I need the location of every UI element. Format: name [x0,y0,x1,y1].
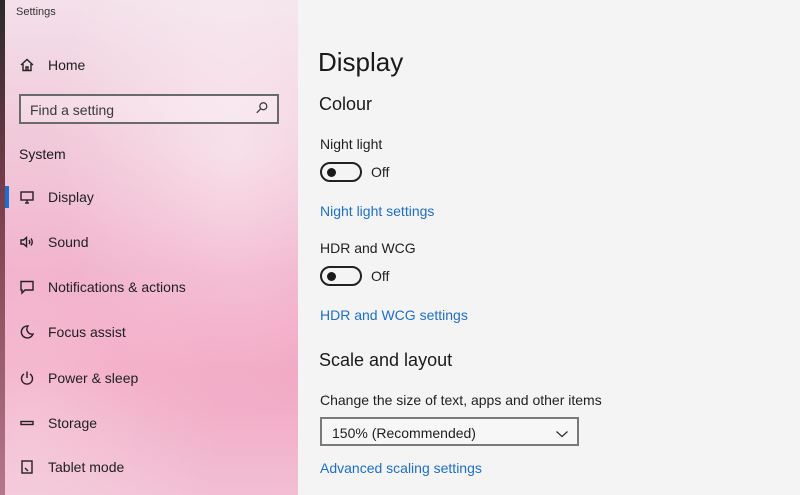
night-light-settings-link[interactable]: Night light settings [320,203,434,219]
hdr-label: HDR and WCG [320,240,416,256]
sidebar-item-display[interactable]: Display [18,182,94,212]
power-icon [18,369,36,387]
sidebar-item-home[interactable]: Home [18,50,85,80]
sidebar: Settings Home System Display Soun [0,0,298,495]
tablet-icon [18,458,36,476]
app-title: Settings [16,6,56,18]
night-light-state: Off [371,164,390,180]
section-label-system: System [19,146,66,162]
hdr-settings-link[interactable]: HDR and WCG settings [320,307,468,323]
monitor-icon [18,188,36,206]
night-light-label: Night light [320,136,383,152]
main-content: Display Colour Night light Off Night lig… [298,0,800,495]
sidebar-item-label: Storage [48,415,98,431]
sidebar-item-label: Focus assist [48,324,126,340]
settings-window: Settings Home System Display Soun [0,0,800,495]
home-icon [18,56,36,74]
night-light-toggle[interactable] [320,162,362,182]
hdr-toggle[interactable] [320,266,362,286]
speaker-icon [18,233,36,251]
sidebar-item-label: Sound [48,234,89,250]
colour-heading: Colour [319,94,373,114]
sidebar-item-sound[interactable]: Sound [18,227,88,257]
scale-label: Change the size of text, apps and other … [320,392,602,408]
chevron-down-icon [555,426,569,438]
storage-icon [18,414,36,432]
search-icon[interactable] [255,101,271,117]
message-icon [18,278,36,296]
sidebar-item-label: Home [48,57,86,73]
sidebar-item-label: Tablet mode [48,459,125,475]
sidebar-item-label: Notifications & actions [48,279,186,295]
hdr-state: Off [371,268,390,284]
advanced-scaling-link[interactable]: Advanced scaling settings [320,460,482,476]
window-edge [0,0,5,495]
active-indicator [5,186,9,208]
sidebar-item-focus-assist[interactable]: Focus assist [18,317,126,347]
sidebar-item-tablet-mode[interactable]: Tablet mode [18,452,124,482]
sidebar-item-label: Power & sleep [48,370,139,386]
search-box[interactable] [19,94,279,124]
sidebar-item-storage[interactable]: Storage [18,408,97,438]
toggle-knob [327,168,336,177]
search-input[interactable] [21,96,262,124]
page-title: Display [318,47,404,77]
sidebar-item-label: Display [48,189,94,205]
scale-dropdown-value: 150% (Recommended) [332,425,476,441]
scale-layout-heading: Scale and layout [319,350,453,370]
toggle-knob [327,272,336,281]
scale-dropdown[interactable]: 150% (Recommended) [320,417,579,446]
moon-icon [18,323,36,341]
sidebar-item-power-sleep[interactable]: Power & sleep [18,363,138,393]
sidebar-item-notifications[interactable]: Notifications & actions [18,272,186,302]
